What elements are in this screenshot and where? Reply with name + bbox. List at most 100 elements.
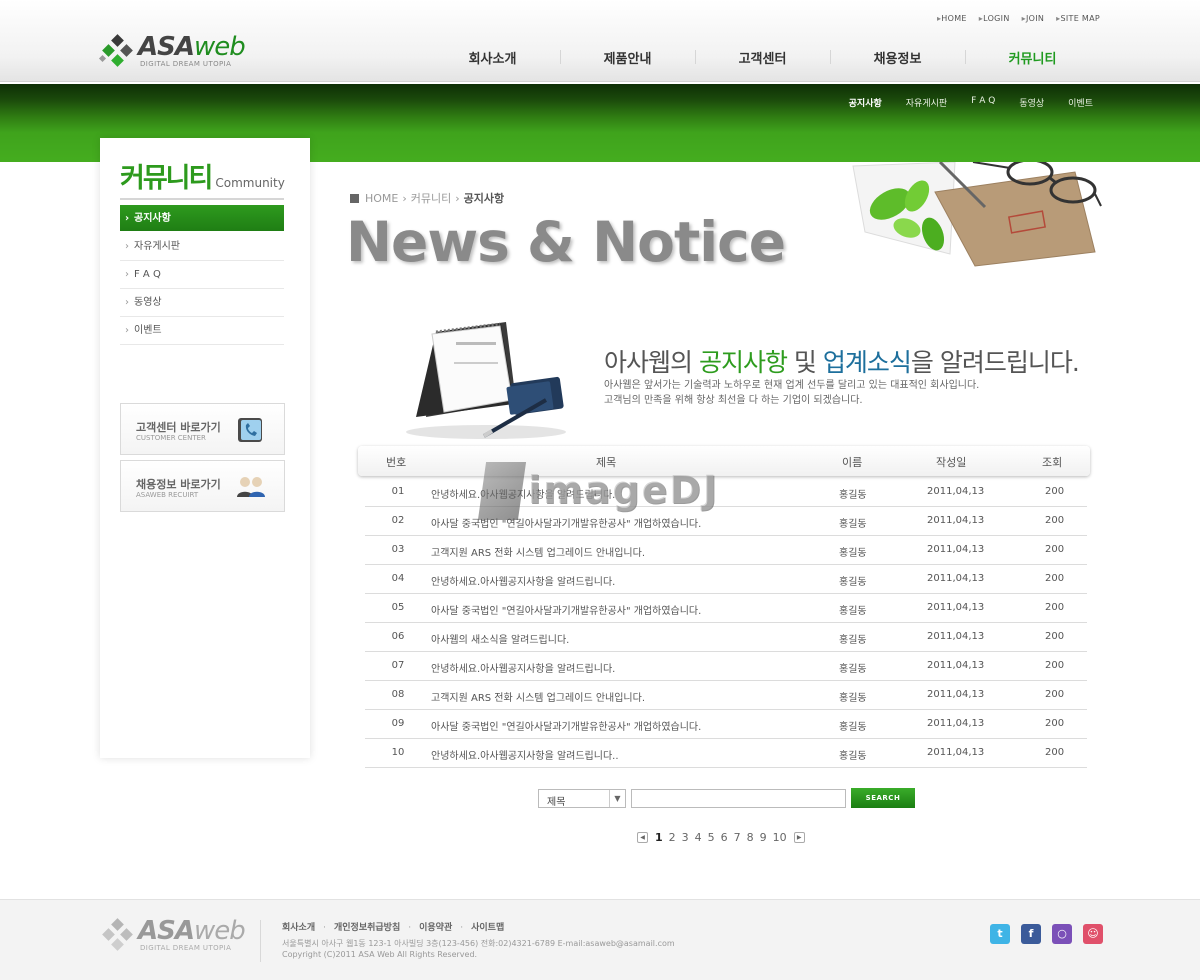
row-title-link[interactable]: 안녕하세요.아사웹공지사항을 알려드립니다. — [431, 660, 615, 675]
snb-free-board[interactable]: 자유게시판 — [906, 96, 947, 109]
sidebar-title: 커뮤니티 Community — [120, 156, 285, 195]
row-date: 2011,04,13 — [927, 515, 985, 526]
logo-diamonds-icon — [98, 34, 136, 68]
top-utility-links: HOME LOGIN JOIN SITE MAP — [937, 14, 1100, 23]
page-number[interactable]: 3 — [682, 831, 689, 844]
sidebar-item-event[interactable]: 이벤트 — [120, 317, 284, 345]
row-title-link[interactable]: 고객지원 ARS 전화 시스템 업그레이드 안내입니다. — [431, 689, 645, 704]
login-link[interactable]: LOGIN — [979, 14, 1010, 23]
gnb-customer-center[interactable]: 고객센터 — [695, 48, 830, 67]
gnb-recruit[interactable]: 채용정보 — [830, 48, 965, 67]
table-row[interactable]: 08 고객지원 ARS 전화 시스템 업그레이드 안내입니다. 홍길동 2011,04… — [365, 681, 1087, 710]
facebook-icon[interactable]: f — [1021, 924, 1041, 944]
pagination: ◀ 1 2 3 4 5 6 7 8 9 10 ▶ — [637, 831, 805, 844]
table-row[interactable]: 05 아사달 중국법인 "연길아사달과기개발유한공사" 개업하였습니다. 홍길동 20… — [365, 594, 1087, 623]
row-title-link[interactable]: 안녕하세요.아사웹공지사항을 알려드립니다. — [431, 573, 615, 588]
row-date: 2011,04,13 — [927, 747, 985, 758]
footer-address: 서울특별시 아사구 웹1동 123-1 아사빌딩 3층(123-456) 전화:… — [282, 939, 675, 948]
page-number[interactable]: 5 — [708, 831, 715, 844]
page-number[interactable]: 7 — [734, 831, 741, 844]
table-row[interactable]: 04 안녕하세요.아사웹공지사항을 알려드립니다. 홍길동 2011,04,13 200 — [365, 565, 1087, 594]
page-title: News & Notice — [346, 210, 786, 274]
prev-page-icon[interactable]: ◀ — [637, 832, 648, 843]
table-row[interactable]: 09 아사달 중국법인 "연길아사달과기개발유한공사" 개업하였습니다. 홍길동 20… — [365, 710, 1087, 739]
sitemap-link[interactable]: SITE MAP — [1056, 14, 1100, 23]
row-author: 홍길동 — [839, 490, 867, 501]
twitter-icon[interactable]: t — [990, 924, 1010, 944]
row-author: 홍길동 — [839, 606, 867, 617]
sidebar-menu: 공지사항 자유게시판 F A Q 동영상 이벤트 — [120, 205, 284, 345]
search-input[interactable] — [631, 789, 846, 808]
column-number: 번호 — [386, 456, 407, 469]
headline-text: 및 — [786, 348, 823, 377]
row-title-link[interactable]: 아사웹의 새소식을 알려드립니다. — [431, 631, 569, 646]
description-line: 아사웹은 앞서가는 기술력과 노하우로 현재 업계 선두를 달리고 있는 대표적… — [604, 380, 980, 391]
snb-notice[interactable]: 공지사항 — [849, 96, 882, 109]
footer-link-terms[interactable]: 이용약관 — [400, 920, 452, 933]
table-row[interactable]: 02 아사달 중국법인 "연길아사달과기개발유한공사" 개업하였습니다. 홍길동 20… — [365, 507, 1087, 536]
row-date: 2011,04,13 — [927, 689, 985, 700]
recruit-banner[interactable]: 채용정보 바로가기 ASAWEB RECUIRT — [120, 460, 285, 512]
row-date: 2011,04,13 — [927, 718, 985, 729]
column-name: 이름 — [842, 456, 863, 469]
banner-title: 고객센터 바로가기 — [136, 421, 221, 434]
page-numbers: 1 2 3 4 5 6 7 8 9 10 — [655, 831, 787, 844]
social-links: t f ○ ☺ — [990, 924, 1103, 944]
table-row[interactable]: 01 안녕하세요.아사웹공지사항을 알려드립니다. 홍길동 2011,04,13 200 — [365, 478, 1087, 507]
me2day-icon[interactable]: ☺ — [1083, 924, 1103, 944]
logo-wordmark: ASAweb — [138, 916, 246, 946]
row-views: 200 — [1045, 718, 1065, 729]
snb-faq[interactable]: F A Q — [971, 96, 995, 109]
row-number: 07 — [391, 660, 405, 671]
breadcrumb-current: 공지사항 — [463, 192, 505, 205]
sidebar-divider — [120, 198, 284, 200]
table-row[interactable]: 07 안녕하세요.아사웹공지사항을 알려드립니다. 홍길동 2011,04,13 200 — [365, 652, 1087, 681]
next-page-icon[interactable]: ▶ — [793, 832, 805, 843]
row-title-link[interactable]: 아사달 중국법인 "연길아사달과기개발유한공사" 개업하였습니다. — [431, 602, 701, 617]
table-row[interactable]: 10 안녕하세요.아사웹공지사항을 알려드립니다.. 홍길동 2011,04,13 20… — [365, 739, 1087, 768]
row-number: 05 — [391, 602, 405, 613]
breadcrumb-home[interactable]: HOME — [365, 192, 398, 205]
gnb-community[interactable]: 커뮤니티 — [965, 48, 1100, 67]
page-number[interactable]: 6 — [721, 831, 728, 844]
table-row[interactable]: 06 아사웹의 새소식을 알려드립니다. 홍길동 2011,04,13 200 — [365, 623, 1087, 652]
sidebar-item-notice[interactable]: 공지사항 — [120, 205, 284, 233]
sidebar-item-faq[interactable]: F A Q — [120, 261, 284, 289]
row-number: 06 — [391, 631, 405, 642]
table-header: 번호 제목 이름 작성일 조회 — [358, 446, 1090, 476]
page-number[interactable]: 2 — [669, 831, 676, 844]
column-views: 조회 — [1042, 456, 1063, 469]
page-number[interactable]: 8 — [747, 831, 754, 844]
search-field-select[interactable]: 제목 ▼ — [538, 789, 626, 808]
table-row[interactable]: 03 고객지원 ARS 전화 시스템 업그레이드 안내입니다. 홍길동 2011,04… — [365, 536, 1087, 565]
footer-link-sitemap[interactable]: 사이트맵 — [452, 920, 504, 933]
row-author: 홍길동 — [839, 693, 867, 704]
breadcrumb-community[interactable]: 커뮤니티 — [411, 190, 451, 206]
row-views: 200 — [1045, 747, 1065, 758]
page-number[interactable]: 4 — [695, 831, 702, 844]
sidebar-item-free-board[interactable]: 자유게시판 — [120, 233, 284, 261]
row-author: 홍길동 — [839, 664, 867, 675]
footer-link-privacy[interactable]: 개인정보취급방침 — [315, 920, 400, 933]
page-number[interactable]: 9 — [760, 831, 767, 844]
page-number[interactable]: 1 — [655, 831, 663, 844]
row-title-link[interactable]: 안녕하세요.아사웹공지사항을 알려드립니다.. — [431, 747, 619, 762]
footer-link-company[interactable]: 회사소개 — [282, 920, 315, 933]
sidebar-item-video[interactable]: 동영상 — [120, 289, 284, 317]
blog-icon[interactable]: ○ — [1052, 924, 1072, 944]
customer-center-banner[interactable]: 고객센터 바로가기 CUSTOMER CENTER — [120, 403, 285, 455]
gnb-company[interactable]: 회사소개 — [425, 48, 560, 67]
footer-logo: ASAweb DIGITAL DREAM UTOPIA — [100, 916, 246, 958]
snb-video[interactable]: 동영상 — [1019, 96, 1044, 109]
snb-event[interactable]: 이벤트 — [1068, 96, 1093, 109]
home-link[interactable]: HOME — [937, 14, 967, 23]
gnb-products[interactable]: 제품안내 — [560, 48, 695, 67]
join-link[interactable]: JOIN — [1022, 14, 1045, 23]
row-title-link[interactable]: 고객지원 ARS 전화 시스템 업그레이드 안내입니다. — [431, 544, 645, 559]
search-button[interactable]: SEARCH — [851, 788, 915, 808]
site-logo[interactable]: ASAweb DIGITAL DREAM UTOPIA — [98, 32, 246, 70]
description: 아사웹은 앞서가는 기술력과 노하우로 현재 업계 선두를 달리고 있는 대표적… — [604, 378, 979, 408]
page-number[interactable]: 10 — [773, 831, 787, 844]
row-date: 2011,04,13 — [927, 486, 985, 497]
row-title-link[interactable]: 아사달 중국법인 "연길아사달과기개발유한공사" 개업하였습니다. — [431, 718, 701, 733]
